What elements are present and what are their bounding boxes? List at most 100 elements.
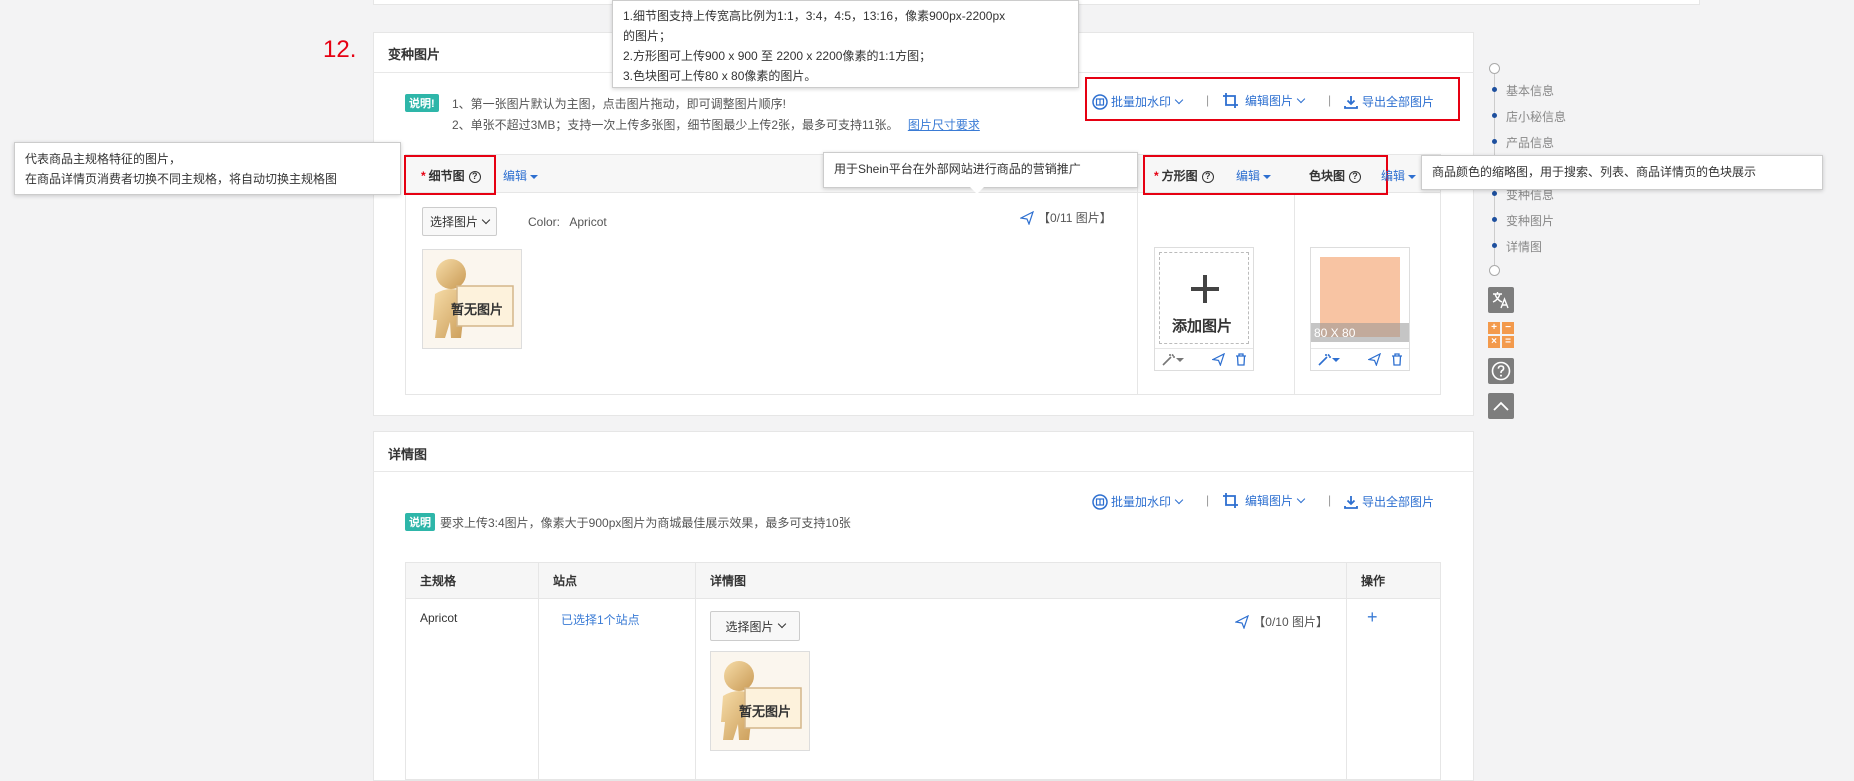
detail-export-button[interactable]: 导出全部图片 [1344,493,1434,510]
add-row-button[interactable]: + [1361,607,1378,627]
detail-row-image-placeholder[interactable]: 暂无图片 [710,651,810,751]
watermark-icon [1092,493,1108,510]
side-nav-shop-info[interactable]: 店小秘信息 [1506,108,1566,125]
swatch-image-upload[interactable]: 80 X 80 [1310,247,1410,371]
side-nav-end-circle [1489,265,1500,276]
side-nav-basic-info[interactable]: 基本信息 [1506,82,1554,99]
detail-row-image-count: 【0/10 图片】 [1235,613,1328,630]
required-marker: * [1154,169,1159,183]
help-icon[interactable]: ? [1201,170,1214,183]
variant-note-line1: 1、第一张图片默认为主图，点击图片拖动，即可调整图片顺序! [452,97,787,111]
grid-divider-2 [1294,193,1295,395]
required-marker: * [421,169,426,183]
grid-divider-1 [1137,155,1138,395]
detail-images-title: 详情图 [388,447,428,462]
detail-export-label: 导出全部图片 [1362,495,1435,509]
chevron-down-icon [1174,95,1184,104]
select-images-label: 选择图片 [429,215,478,229]
download-icon [1344,95,1358,109]
toolbar-separator: | [1206,93,1210,107]
chevron-down-icon [777,619,786,629]
color-label: Color: Apricot [528,215,607,229]
detail-note-badge: 说明 [405,513,435,531]
detail-note-text: 要求上传3:4图片，像素大于900px图片为商城最佳展示效果，最多可支持10张 [440,516,851,530]
square-image-upload[interactable]: 添加图片 [1154,247,1254,371]
swatch-size-text: 80 X 80 [1314,326,1356,340]
detail-edit-images-button[interactable]: 编辑图片 [1222,492,1306,509]
send-icon[interactable] [1020,210,1034,225]
side-nav-dot [1492,191,1497,196]
detail-tip-line2: 在商品详情页消费者切换不同主规格，将自动切换主规格图 [25,172,338,186]
send-icon[interactable] [1235,614,1250,629]
color-label-text: Color: [528,215,561,229]
help-button[interactable] [1488,358,1514,384]
color-value: Apricot [569,215,607,229]
watermark-icon [1092,93,1108,110]
side-nav-detail-images[interactable]: 详情图 [1506,238,1542,255]
table-header-row: 主规格 站点 详情图 操作 [405,562,1441,599]
send-icon[interactable] [1368,353,1381,366]
crop-icon [1223,93,1238,108]
swatch-image-edit-dropdown[interactable]: 编辑 [1381,167,1417,184]
trash-icon[interactable] [1235,353,1247,366]
send-icon[interactable] [1212,353,1225,366]
help-icon[interactable]: ? [468,170,481,183]
variant-export-button[interactable]: 导出全部图片 [1344,93,1434,110]
row-site-link[interactable]: 已选择1个站点 [538,598,696,780]
toolbar-separator: | [1328,493,1332,507]
detail-row-count-text: 【0/10 图片】 [1253,615,1328,629]
variant-edit-images-button[interactable]: 编辑图片 [1222,92,1306,109]
header-detail-image: 详情图 [695,562,1347,599]
side-nav-dot [1492,139,1497,144]
chevron-down-icon [1296,94,1306,103]
swatch-image-tooltip: 商品颜色的缩略图，用于搜索、列表、商品详情页的色块展示 [1421,155,1823,190]
select-images-button[interactable]: 选择图片 [710,611,800,641]
detail-edit-images-label: 编辑图片 [1245,494,1294,508]
detail-image-placeholder[interactable]: 暂无图片 [422,249,522,349]
plus-icon [1191,275,1219,303]
detail-image-edit-dropdown[interactable]: 编辑 [503,167,539,184]
side-nav-dot [1492,87,1497,92]
header-site: 站点 [538,562,696,599]
caret-down-icon [1332,357,1340,362]
chevron-down-icon [481,215,491,224]
variant-watermark-button[interactable]: 批量加水印 [1092,93,1184,110]
variant-note-badge: 说明! [405,94,439,112]
side-nav-product-info[interactable]: 产品信息 [1506,134,1554,151]
square-image-actions [1155,348,1253,370]
swatch-image-edit-label: 编辑 [1381,169,1406,183]
calc-equals-icon: = [1502,336,1514,348]
detail-image-count: 【0/11 图片】 [1020,209,1112,226]
header-actions: 操作 [1346,562,1441,599]
add-image-area[interactable]: 添加图片 [1159,252,1249,344]
row-actions-cell: + [1346,598,1441,780]
variant-images-title: 变种图片 [388,47,441,62]
detail-image-label-text: 细节图 [428,169,465,183]
side-nav-variant-images[interactable]: 变种图片 [1506,212,1554,229]
side-nav-dot [1492,217,1497,222]
magic-wand-icon[interactable] [1317,353,1331,367]
calc-plus-icon: + [1488,322,1500,334]
detail-watermark-label: 批量加水印 [1111,495,1172,509]
trash-icon[interactable] [1391,353,1403,366]
square-image-label-text: 方形图 [1161,169,1198,183]
square-image-edit-dropdown[interactable]: 编辑 [1236,167,1272,184]
chevron-down-icon [1174,495,1184,504]
detail-watermark-button[interactable]: 批量加水印 [1092,493,1184,510]
square-tooltip-arrow [970,187,984,194]
question-icon [1491,361,1511,381]
chevron-up-icon [1493,401,1509,411]
size-rules-tooltip: 1.细节图支持上传宽高比例为1:1，3:4，4:5，13:16，像素900px-… [612,0,1079,88]
size-requirements-link[interactable]: 图片尺寸要求 [908,118,980,132]
caret-down-icon [1263,174,1272,179]
select-images-button[interactable]: 选择图片 [422,207,497,236]
scroll-top-button[interactable] [1488,393,1514,419]
calculator-button[interactable]: + − × = [1488,322,1514,348]
side-nav-start-circle [1489,63,1500,74]
help-icon[interactable]: ? [1349,170,1362,183]
translate-icon [1492,292,1509,309]
detail-image-count-text: 【0/11 图片】 [1038,211,1112,225]
magic-wand-icon[interactable] [1161,353,1175,367]
translate-button[interactable] [1488,287,1514,313]
header-main-spec: 主规格 [405,562,539,599]
